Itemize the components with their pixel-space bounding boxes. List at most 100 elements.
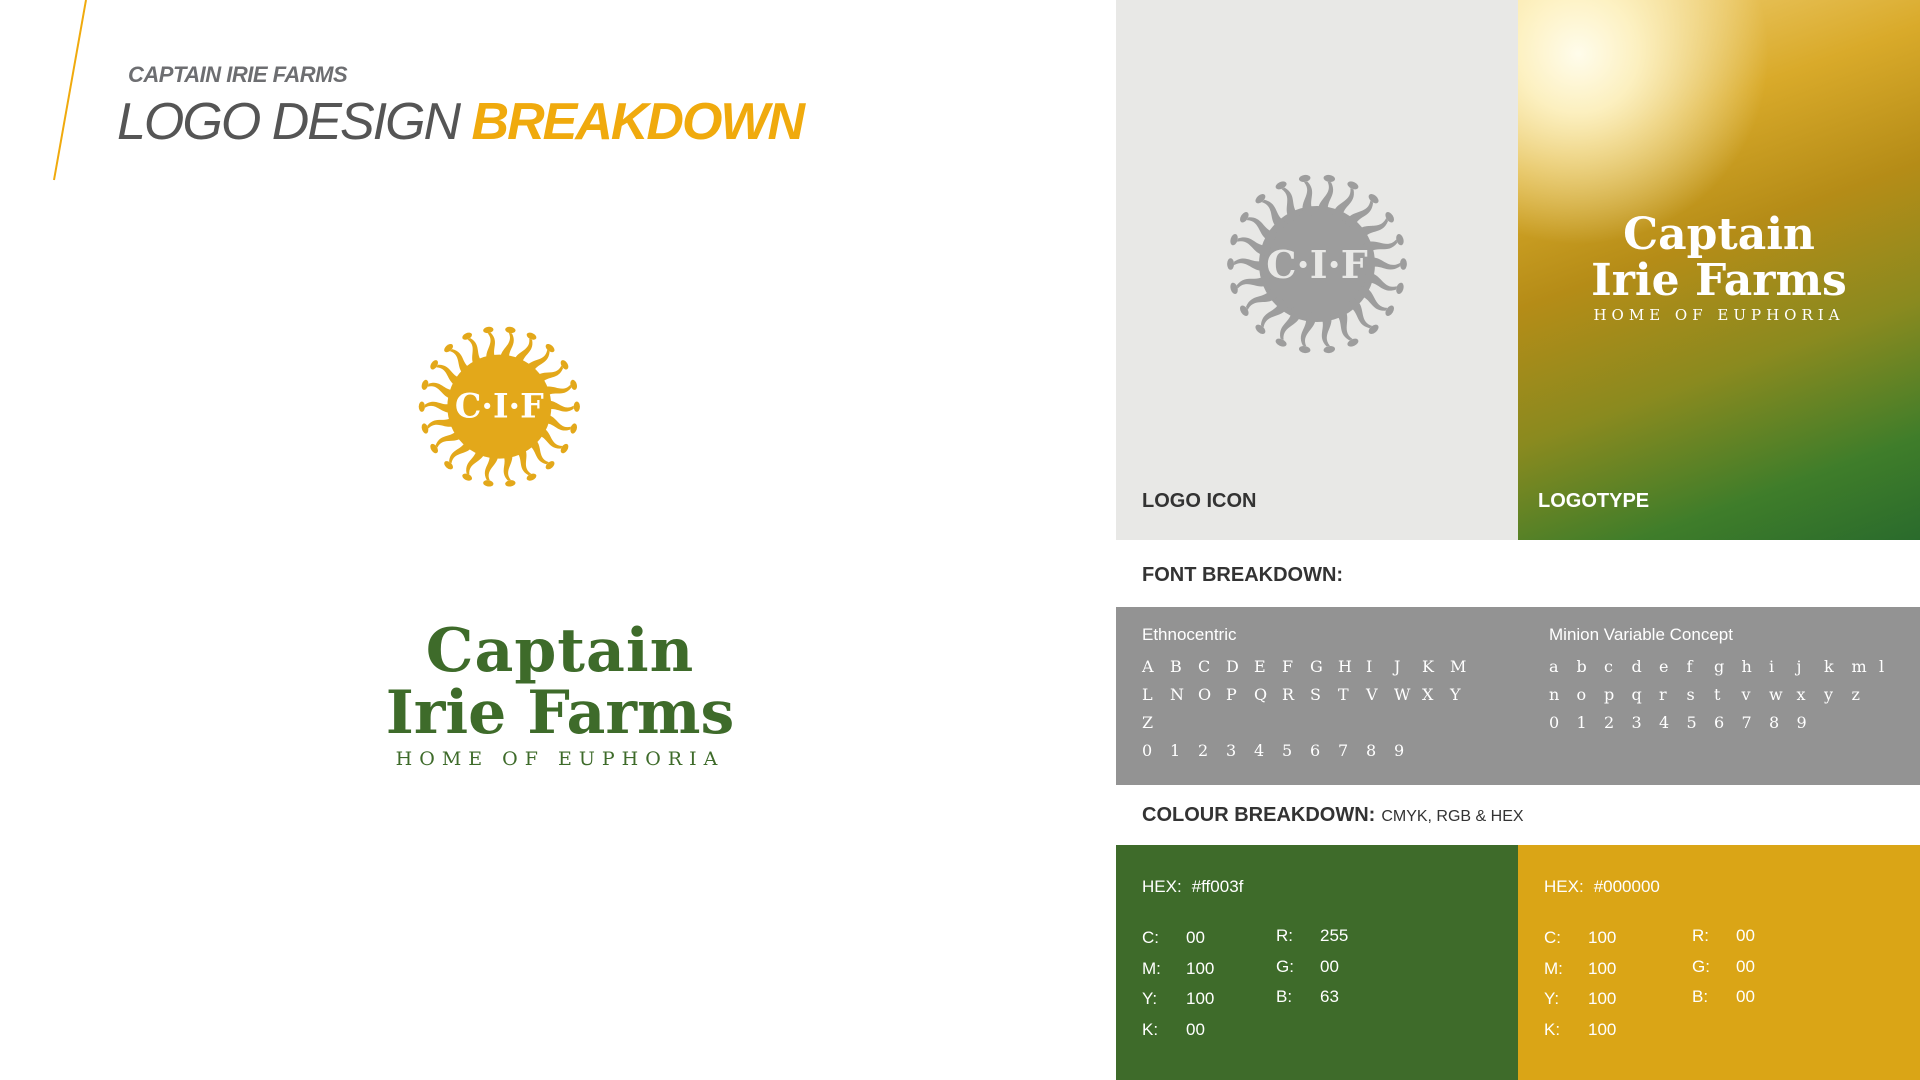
hex-value: HEX: #000000 — [1544, 877, 1660, 897]
rgb-row: R: 00 — [1692, 921, 1755, 952]
cmyk-channel-label: K: — [1142, 1019, 1159, 1039]
rgb-channel-label: B: — [1692, 987, 1709, 1006]
cmyk-channel-value: 100 — [1588, 928, 1617, 947]
logo-icon-panel: C·I·F LOGO ICON — [1116, 0, 1518, 540]
glyph: 2 — [1198, 741, 1209, 760]
glyph-row: 0123456789 — [1549, 709, 1907, 737]
glyph: w — [1769, 685, 1783, 704]
rgb-row: B: 63 — [1276, 982, 1348, 1013]
colour-breakdown-subtitle: CMYK, RGB & HEX — [1381, 808, 1524, 825]
rgb-channel-label: G: — [1692, 956, 1710, 976]
cmyk-channel-label: K: — [1544, 1019, 1561, 1039]
glyph: q — [1631, 685, 1642, 704]
glyph: c — [1604, 657, 1613, 676]
glyph-row: Z — [1142, 709, 1478, 737]
glyph: e — [1659, 657, 1669, 676]
cmyk-channel-value: 00 — [1186, 928, 1205, 947]
cmyk-channel-value: 100 — [1186, 958, 1215, 978]
hex-code: #ff003f — [1191, 877, 1244, 896]
glyph: 2 — [1604, 713, 1615, 732]
glyph: C — [1198, 657, 1211, 676]
font-glyphs: abcdef ghi j kml nopqrst vwxyz 0123456789 — [1549, 653, 1907, 737]
logotype-tagline: HOME OF EUPHORIA — [1593, 306, 1845, 324]
glyph: n — [1549, 685, 1560, 704]
glyph: g — [1714, 657, 1725, 676]
glyph: R — [1282, 685, 1295, 704]
font-name: Minion Variable Concept — [1549, 625, 1733, 644]
glyph: 4 — [1254, 741, 1265, 760]
glyph: 9 — [1796, 713, 1807, 732]
glyph: 6 — [1310, 741, 1321, 760]
rgb-channel-value: 00 — [1736, 956, 1755, 976]
cmyk-channel-value: 100 — [1588, 1019, 1617, 1039]
cmyk-channel-value: 100 — [1588, 989, 1617, 1008]
glyph: 1 — [1576, 713, 1587, 732]
glyph: x — [1796, 685, 1806, 704]
glyph: d — [1631, 657, 1642, 676]
cmyk-channel-value: 100 — [1588, 958, 1617, 978]
rgb-channel-label: R: — [1276, 926, 1293, 945]
rgb-row: G: 00 — [1692, 952, 1755, 983]
rgb-channel-label: B: — [1276, 987, 1293, 1006]
glyph-row: LNOPQRSTVWXY — [1142, 681, 1478, 709]
cmyk-row: K: 100 — [1544, 1015, 1616, 1046]
glyph: l — [1879, 657, 1885, 676]
glyph: H — [1338, 657, 1352, 676]
colour-breakdown-title: COLOUR BREAKDOWN: CMYK, RGB & HEX — [1142, 804, 1524, 827]
main-logo-wordmark: Captain Irie Farms HOME OF EUPHORIA — [340, 620, 780, 772]
rgb-channel-label: R: — [1692, 926, 1709, 945]
cmyk-row: C: 00 — [1142, 923, 1214, 954]
glyph: K — [1422, 657, 1434, 676]
glyph: 5 — [1686, 713, 1697, 732]
glyph: 3 — [1631, 713, 1642, 732]
glyph: t — [1714, 685, 1721, 704]
main-logo-monogram: C·I·F — [455, 386, 544, 425]
cmyk-row: K: 00 — [1142, 1015, 1214, 1046]
font-column-minion: Minion Variable Concept abcdef ghi j kml nop… — [1549, 625, 1907, 737]
glyph: m — [1851, 657, 1867, 676]
rgb-values: R: 00 G: 00 B: 00 — [1692, 921, 1755, 1013]
cmyk-channel-label: M: — [1544, 958, 1563, 978]
font-glyphs: ABCDEFGHI J KM LNOPQRSTVWXY Z 0123456789 — [1142, 653, 1478, 765]
cmyk-channel-label: C: — [1142, 928, 1159, 947]
logotype-wordmark: Captain Irie Farms HOME OF EUPHORIA — [1518, 209, 1920, 325]
glyph: J — [1394, 657, 1401, 676]
cmyk-channel-value: 100 — [1186, 989, 1215, 1008]
glyph: L — [1142, 685, 1153, 704]
logotype-line1: Captain — [1623, 209, 1815, 260]
glyph: B — [1170, 657, 1182, 676]
hex-code: #000000 — [1593, 877, 1660, 896]
cmyk-channel-label: Y: — [1142, 989, 1158, 1008]
glyph: z — [1851, 685, 1860, 704]
cmyk-channel-value: 00 — [1186, 1019, 1205, 1039]
glyph: M — [1450, 657, 1467, 676]
colour-swatch-gold: HEX: #000000 C: 100 M: 100 Y: 100 K: 100 R: 00 G: 0… — [1518, 845, 1920, 1080]
font-breakdown-panel: Ethnocentric ABCDEFGHIJKMLNOPQRSTVWXYZ01… — [1116, 607, 1920, 785]
glyph: I — [1366, 657, 1373, 676]
glyph: O — [1198, 685, 1212, 704]
rgb-channel-value: 00 — [1736, 926, 1755, 945]
glyph: Z — [1142, 713, 1154, 732]
glyph: 8 — [1769, 713, 1780, 732]
rgb-row: G: 00 — [1276, 952, 1348, 983]
rgb-channel-value: 00 — [1736, 987, 1755, 1006]
logotype-line2: Irie Farms — [1591, 255, 1847, 306]
glyph: 9 — [1394, 741, 1405, 760]
hex-label: HEX: — [1544, 877, 1584, 896]
cmyk-row: M: 100 — [1142, 954, 1214, 985]
cmyk-values: C: 100 M: 100 Y: 100 K: 100 — [1544, 923, 1616, 1045]
font-column-ethnocentric: Ethnocentric ABCDEFGHI J KM LNOPQRSTVWXY Z 01… — [1142, 625, 1478, 765]
glyph: s — [1686, 685, 1695, 704]
glyph: k — [1824, 657, 1834, 676]
hex-label: HEX: — [1142, 877, 1182, 896]
logotype-label: LOGOTYPE — [1538, 490, 1650, 512]
glyph: 0 — [1142, 741, 1153, 760]
logo-icon-sun-icon: C·I·F — [1227, 174, 1407, 354]
glyph-row: 0123456789 — [1142, 737, 1478, 765]
cmyk-values: C: 00 M: 100 Y: 100 K: 00 — [1142, 923, 1214, 1045]
colour-swatch-green: HEX: #ff003f C: 00 M: 100 Y: 100 K: 00 R: 255 G: 00… — [1116, 845, 1518, 1080]
main-logo-line1: Captain — [425, 616, 695, 686]
glyph: f — [1686, 657, 1693, 676]
rgb-row: R: 255 — [1276, 921, 1348, 952]
glyph: 7 — [1338, 741, 1349, 760]
